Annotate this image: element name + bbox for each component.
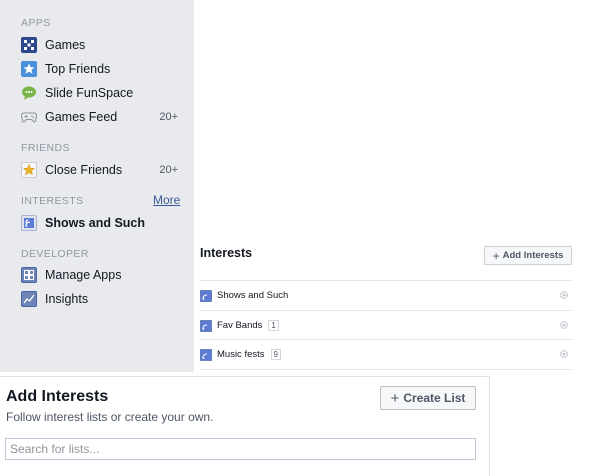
dialog-title: Add Interests	[6, 388, 109, 405]
star-icon	[21, 162, 37, 178]
interest-row-fav-bands[interactable]: Fav Bands 1	[200, 311, 572, 340]
apps-icon	[21, 267, 37, 283]
interest-list-icon	[200, 348, 212, 361]
search-lists-input[interactable]	[5, 438, 476, 460]
interest-list-icon	[21, 215, 37, 231]
count-badge: 1	[268, 320, 279, 331]
interest-row-music-fests[interactable]: Music fests 9	[200, 340, 572, 369]
dialog-subtitle: Follow interest lists or create your own…	[6, 410, 214, 424]
interest-name: Shows and Such	[217, 290, 289, 301]
insights-icon	[21, 291, 37, 307]
star-icon	[21, 61, 37, 77]
sidebar-item-label: Manage Apps	[45, 268, 122, 282]
add-interests-label: Add Interests	[502, 250, 564, 261]
gamepad-icon	[21, 109, 37, 125]
sidebar-item-shows-and-such[interactable]: Shows and Such	[21, 212, 186, 234]
plus-icon: +	[390, 389, 400, 407]
sidebar-item-label: Games Feed	[45, 110, 118, 124]
sidebar-item-games-feed[interactable]: Games Feed 20+	[21, 106, 186, 128]
sidebar-item-label: Close Friends	[45, 163, 123, 177]
interests-title: Interests	[200, 246, 253, 260]
plus-icon: +	[492, 248, 500, 263]
section-header-developer: DEVELOPER	[21, 248, 89, 260]
create-list-label: Create List	[403, 391, 466, 405]
sidebar-item-count: 20+	[159, 111, 178, 123]
interest-name: Fav Bands	[217, 320, 263, 331]
interest-list-icon	[200, 289, 212, 302]
gear-icon[interactable]	[558, 289, 570, 301]
sidebar-item-slide-funspace[interactable]: Slide FunSpace	[21, 82, 186, 104]
games-icon	[21, 37, 37, 53]
add-interests-dialog: Add Interests Follow interest lists or c…	[0, 376, 490, 476]
interest-list-icon	[200, 319, 212, 332]
section-header-friends: FRIENDS	[21, 142, 70, 154]
left-sidebar: APPS Games Top Friends Slide FunSpace Ga…	[0, 0, 194, 372]
speech-bubble-icon	[21, 85, 37, 101]
gear-icon[interactable]	[558, 348, 570, 360]
sidebar-item-label: Insights	[45, 292, 89, 306]
sidebar-item-close-friends[interactable]: Close Friends 20+	[21, 159, 186, 181]
section-header-apps: APPS	[21, 17, 51, 29]
add-interests-button[interactable]: + Add Interests	[484, 246, 572, 265]
sidebar-item-games[interactable]: Games	[21, 34, 186, 56]
sidebar-item-label: Games	[45, 38, 86, 52]
interest-name: Music fests	[217, 349, 265, 360]
count-badge: 9	[270, 349, 281, 360]
sidebar-item-insights[interactable]: Insights	[21, 288, 186, 310]
sidebar-item-manage-apps[interactable]: Manage Apps	[21, 264, 186, 286]
sidebar-item-label: Slide FunSpace	[45, 86, 134, 100]
interests-more-link[interactable]: More	[153, 193, 180, 207]
sidebar-item-count: 20+	[159, 164, 178, 176]
section-header-interests: INTERESTS	[21, 195, 84, 207]
gear-icon[interactable]	[558, 319, 570, 331]
create-list-button[interactable]: + Create List	[380, 386, 476, 410]
sidebar-item-label: Top Friends	[45, 62, 111, 76]
sidebar-item-label: Shows and Such	[45, 216, 146, 230]
sidebar-item-top-friends[interactable]: Top Friends	[21, 58, 186, 80]
interest-row-shows-and-such[interactable]: Shows and Such	[200, 281, 572, 310]
divider	[200, 369, 572, 370]
